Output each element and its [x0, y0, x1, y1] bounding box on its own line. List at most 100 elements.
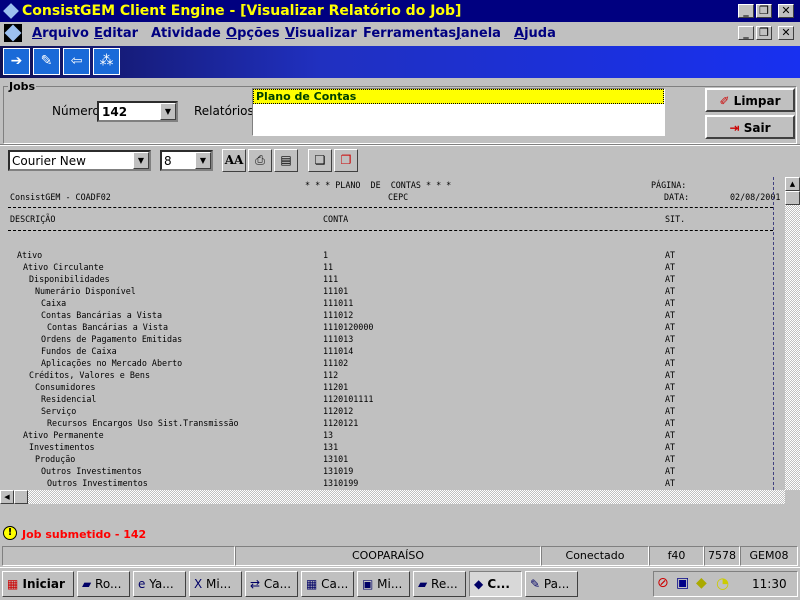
- restore-button[interactable]: ❐: [756, 4, 772, 18]
- menu-ferramentas[interactable]: Ferramentas: [363, 26, 456, 41]
- child-restore-button[interactable]: ❐: [756, 26, 772, 40]
- chevron-down-icon[interactable]: ▼: [160, 103, 176, 120]
- font-size-icon: AA: [224, 153, 244, 167]
- scroll-thumb[interactable]: [785, 191, 800, 205]
- chevron-down-icon[interactable]: ▼: [195, 152, 211, 169]
- export-button[interactable]: ➔: [3, 48, 30, 75]
- taskbar-button[interactable]: ✎ Pa...: [525, 571, 578, 597]
- taskbar-button-label: Mi...: [377, 577, 403, 591]
- row-descricao: Numerário Disponível: [35, 286, 136, 296]
- row-sit: AT: [665, 262, 676, 272]
- child-minimize-button[interactable]: _: [738, 26, 754, 40]
- horizontal-scrollbar[interactable]: ◀: [0, 490, 785, 504]
- row-conta: 111012: [323, 310, 354, 320]
- taskbar-button[interactable]: e Ya...: [133, 571, 186, 597]
- row-sit: AT: [665, 418, 676, 428]
- tray-app-icon[interactable]: ◆: [696, 575, 707, 591]
- taskbar-button[interactable]: ▰ Ro...: [77, 571, 130, 597]
- row-sit: AT: [665, 250, 676, 260]
- print-preview-button[interactable]: ⎙: [248, 149, 272, 172]
- clock[interactable]: 11:30: [752, 577, 787, 591]
- system-tray: ⊘ ▣ ◆ ◔ 11:30: [653, 571, 798, 597]
- taskbar-button[interactable]: ▦ Ca...: [301, 571, 354, 597]
- menu-arquivo[interactable]: Arquivo: [32, 26, 89, 41]
- row-conta: 131: [323, 442, 339, 452]
- relatorios-list[interactable]: Plano de Contas: [252, 88, 665, 136]
- child-diamond-icon: [4, 24, 22, 42]
- no-entry-icon[interactable]: ⊘: [657, 575, 669, 591]
- row-descricao: Contas Bancárias a Vista: [47, 322, 169, 332]
- status-panel: Conectado: [541, 546, 649, 566]
- taskbar-button[interactable]: ◆ C...: [469, 571, 522, 597]
- report-viewer[interactable]: * * * PLANO DE CONTAS * * * PÁGINA: Cons…: [0, 177, 785, 490]
- copy-button[interactable]: ❏: [308, 149, 332, 172]
- divider: [0, 144, 800, 146]
- font-size-button[interactable]: AA: [222, 149, 246, 172]
- menu-ajuda[interactable]: Ajuda: [514, 26, 556, 41]
- menu-atividade[interactable]: Atividade: [151, 26, 221, 41]
- limpar-button[interactable]: ✐ Limpar: [705, 88, 795, 112]
- relatorios-label: Relatórios: [194, 104, 254, 118]
- menu-janela[interactable]: Janela: [456, 26, 501, 41]
- edit-document-button[interactable]: ✎: [33, 48, 60, 75]
- windows-logo-icon: ▦: [7, 577, 19, 591]
- row-sit: AT: [665, 346, 676, 356]
- printer-icon: ▤: [280, 153, 292, 167]
- column-header-conta: CONTA: [323, 214, 349, 224]
- taskbar-button[interactable]: X Mi...: [189, 571, 242, 597]
- status-message: Job submetido - 142: [22, 528, 147, 541]
- taskbar-button-label: Ro...: [95, 577, 122, 591]
- network-button[interactable]: ⁂: [93, 48, 120, 75]
- row-conta: 11201: [323, 382, 349, 392]
- print-button[interactable]: ▤: [274, 149, 298, 172]
- numero-label: Número: [52, 104, 100, 118]
- menu-editar[interactable]: Editar: [94, 26, 138, 41]
- row-conta: 1: [323, 250, 329, 260]
- menu-opcoes[interactable]: Opções: [226, 26, 280, 41]
- sair-button[interactable]: ⇥ Sair: [705, 115, 795, 139]
- taskbar-button[interactable]: ▣ Mi...: [357, 571, 410, 597]
- network-icon: ⁂: [99, 53, 114, 69]
- taskbar-button[interactable]: ⇄ Ca...: [245, 571, 298, 597]
- window-title: ConsistGEM Client Engine - [Visualizar R…: [22, 3, 462, 19]
- report-system: ConsistGEM - COADF02: [10, 192, 111, 202]
- start-button[interactable]: ▦ Iniciar: [2, 571, 74, 597]
- menu-visualizar[interactable]: Visualizar: [285, 26, 357, 41]
- chevron-down-icon[interactable]: ▼: [133, 152, 149, 169]
- scroll-thumb[interactable]: [14, 490, 28, 504]
- report-title: * * * PLANO DE CONTAS * * *: [305, 180, 452, 190]
- export-icon: ➔: [10, 53, 23, 69]
- taskbar-button-label: Mi...: [206, 577, 232, 591]
- scroll-up-button[interactable]: ▲: [785, 177, 800, 191]
- row-sit: AT: [665, 286, 676, 296]
- taskbar-button[interactable]: ▰ Re...: [413, 571, 466, 597]
- row-descricao: Produção: [35, 454, 76, 464]
- numero-combo[interactable]: 142 ▼: [97, 101, 178, 122]
- size-combo[interactable]: 8 ▼: [160, 150, 213, 171]
- child-close-button[interactable]: ✕: [778, 26, 794, 40]
- limpar-label: Limpar: [733, 94, 781, 108]
- powerpoint-icon: ▣: [362, 577, 378, 591]
- import-button[interactable]: ⇦: [63, 48, 90, 75]
- list-item[interactable]: Plano de Contas: [253, 89, 664, 104]
- monitor-icon[interactable]: ▣: [676, 575, 689, 591]
- row-conta: 1120121: [323, 418, 359, 428]
- row-conta: 1120101111: [323, 394, 374, 404]
- size-value: 8: [164, 154, 172, 168]
- row-descricao: Ativo Permanente: [23, 430, 104, 440]
- row-conta: 111011: [323, 298, 354, 308]
- row-sit: AT: [665, 370, 676, 380]
- paste-button[interactable]: ❐: [334, 149, 358, 172]
- close-button[interactable]: ✕: [778, 4, 794, 18]
- row-conta: 1110120000: [323, 322, 374, 332]
- jobs-group-label: Jobs: [8, 80, 37, 93]
- vertical-scrollbar[interactable]: ▲: [785, 177, 800, 490]
- column-header-sit: SIT.: [665, 214, 686, 224]
- font-combo[interactable]: Courier New ▼: [8, 150, 151, 171]
- row-conta: 13: [323, 430, 334, 440]
- clock-icon[interactable]: ◔: [716, 574, 729, 592]
- minimize-button[interactable]: _: [738, 4, 754, 18]
- row-sit: AT: [665, 358, 676, 368]
- scroll-left-button[interactable]: ◀: [0, 490, 14, 504]
- row-sit: AT: [665, 274, 676, 284]
